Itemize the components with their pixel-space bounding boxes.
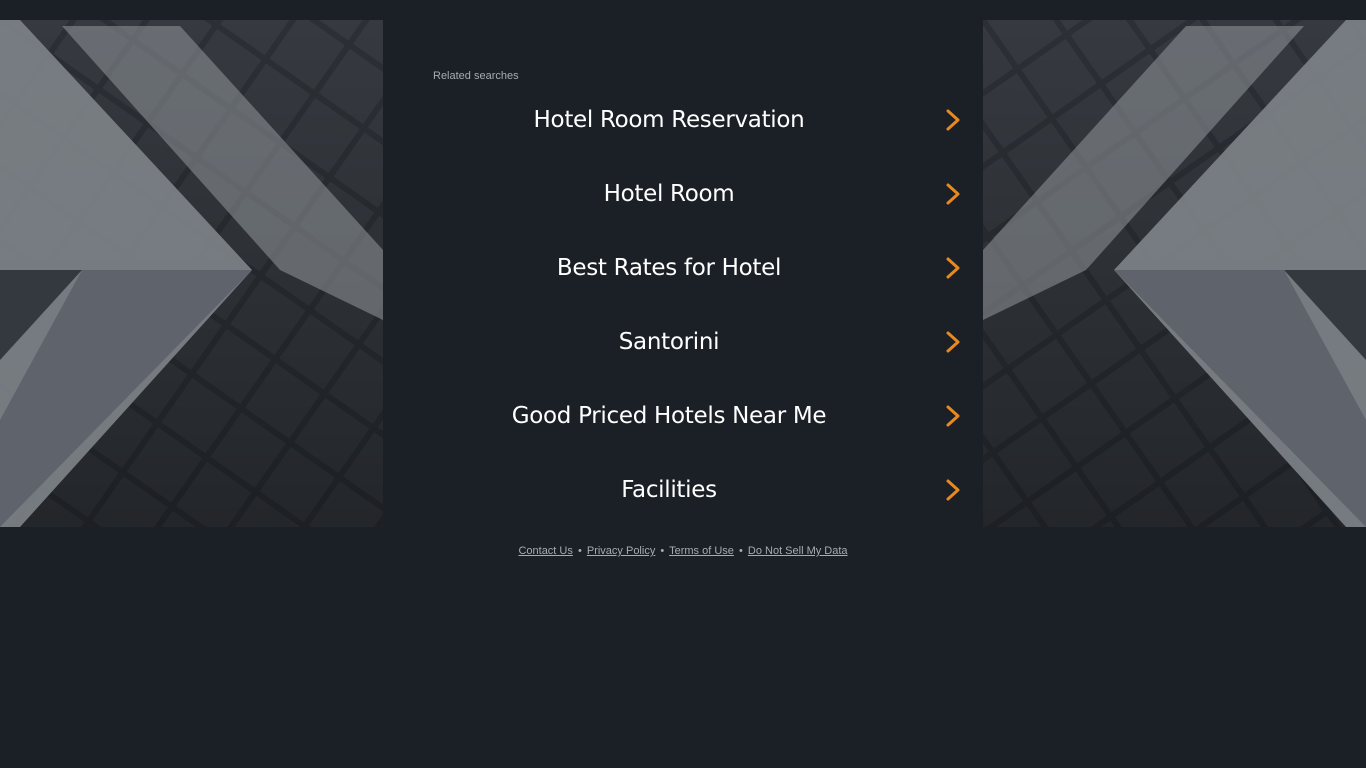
footer-links: Contact Us • Privacy Policy • Terms of U… — [0, 545, 1366, 557]
search-link-label: Santorini — [618, 329, 720, 355]
footer-separator: • — [660, 545, 665, 557]
list-item: Best Rates for Hotel — [383, 231, 983, 305]
search-link-label: Good Priced Hotels Near Me — [511, 403, 827, 429]
search-link-label: Facilities — [621, 477, 717, 503]
list-item: Hotel Room — [383, 157, 983, 231]
chevron-right-icon — [946, 109, 960, 131]
right-decorative-background — [983, 20, 1366, 527]
search-link-good-priced-hotels-near-me[interactable]: Good Priced Hotels Near Me — [383, 379, 983, 453]
search-link-hotel-room[interactable]: Hotel Room — [383, 157, 983, 231]
chevron-right-icon — [946, 479, 960, 501]
page-stage: Related searches Hotel Room Reservation … — [0, 20, 1366, 527]
search-link-facilities[interactable]: Facilities — [383, 453, 983, 527]
footer-separator: • — [577, 545, 582, 557]
privacy-policy-link[interactable]: Privacy Policy — [587, 545, 655, 557]
do-not-sell-my-data-link[interactable]: Do Not Sell My Data — [748, 545, 848, 557]
related-searches-heading: Related searches — [433, 70, 519, 82]
search-link-label: Hotel Room Reservation — [533, 107, 805, 133]
list-item: Good Priced Hotels Near Me — [383, 379, 983, 453]
chevron-right-icon — [946, 405, 960, 427]
list-item: Santorini — [383, 305, 983, 379]
search-link-label: Hotel Room — [603, 181, 735, 207]
related-searches-list: Hotel Room Reservation Hotel Room Best R… — [383, 83, 983, 527]
contact-us-link[interactable]: Contact Us — [518, 545, 572, 557]
search-link-santorini[interactable]: Santorini — [383, 305, 983, 379]
chevron-right-icon — [946, 183, 960, 205]
chevron-right-icon — [946, 257, 960, 279]
footer-separator: • — [738, 545, 743, 557]
list-item: Hotel Room Reservation — [383, 83, 983, 157]
search-link-label: Best Rates for Hotel — [556, 255, 782, 281]
terms-of-use-link[interactable]: Terms of Use — [669, 545, 734, 557]
list-item: Facilities — [383, 453, 983, 527]
search-link-hotel-room-reservation[interactable]: Hotel Room Reservation — [383, 83, 983, 157]
chevron-right-icon — [946, 331, 960, 353]
related-searches-panel: Related searches Hotel Room Reservation … — [383, 20, 983, 527]
search-link-best-rates-for-hotel[interactable]: Best Rates for Hotel — [383, 231, 983, 305]
left-decorative-background — [0, 20, 383, 527]
